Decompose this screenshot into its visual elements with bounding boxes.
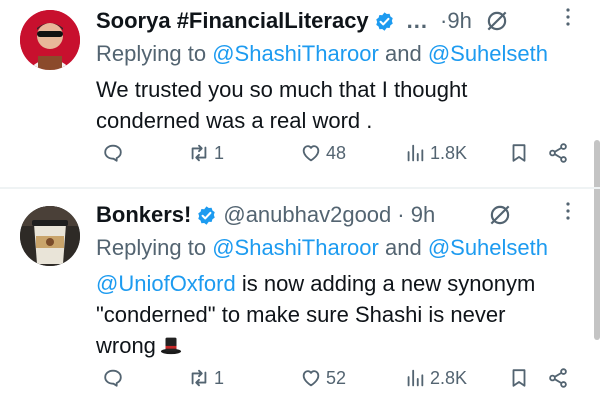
mention-link[interactable]: @ShashiTharoor bbox=[212, 41, 379, 66]
top-hat-emoji bbox=[160, 337, 182, 355]
bookmark-button[interactable] bbox=[508, 142, 530, 164]
display-name[interactable]: Soorya #FinancialLiteracy bbox=[96, 8, 369, 34]
retweet-button[interactable]: 1 bbox=[188, 142, 224, 164]
retweet-icon bbox=[191, 144, 207, 162]
timestamp[interactable]: ·9h bbox=[440, 8, 472, 34]
more-vertical-icon[interactable] bbox=[558, 200, 578, 222]
share-button[interactable] bbox=[547, 142, 569, 164]
tweet-reply[interactable]: Soorya #FinancialLiteracy ... ·9h Replyi… bbox=[0, 0, 592, 186]
reply-icon bbox=[104, 369, 122, 387]
mention-link[interactable]: @ShashiTharoor bbox=[212, 235, 379, 260]
share-button[interactable] bbox=[547, 367, 569, 389]
mention-link[interactable]: @UniofOxford bbox=[96, 271, 236, 296]
verified-badge-icon bbox=[198, 205, 216, 225]
tweet-reply[interactable]: Bonkers! @anubhav2good · 9h Replying to … bbox=[0, 192, 592, 409]
timestamp[interactable]: · 9h bbox=[397, 202, 435, 228]
user-handle[interactable]: @anubhav2good bbox=[223, 202, 391, 228]
mention-link[interactable]: @Suhelseth bbox=[428, 41, 548, 66]
views-button[interactable]: 2.8K bbox=[404, 367, 467, 389]
bookmark-icon bbox=[512, 144, 526, 162]
avatar[interactable] bbox=[20, 10, 80, 70]
share-icon bbox=[549, 143, 567, 163]
reply-button[interactable] bbox=[102, 367, 128, 389]
more-vertical-icon[interactable] bbox=[558, 6, 578, 28]
views-icon bbox=[407, 144, 424, 162]
retweet-icon bbox=[191, 369, 207, 387]
action-bar: 1 52 2.8K bbox=[0, 367, 567, 397]
heart-icon bbox=[302, 145, 320, 162]
grok-icon[interactable] bbox=[487, 202, 513, 228]
mention-link[interactable]: @Suhelseth bbox=[428, 235, 548, 260]
replying-to: Replying to @ShashiTharoor and @Suhelset… bbox=[96, 235, 548, 260]
tweet-text: @UniofOxford is now adding a new synonym… bbox=[96, 271, 536, 358]
heart-icon bbox=[302, 370, 320, 387]
scrollbar[interactable] bbox=[594, 140, 600, 340]
bookmark-icon bbox=[512, 369, 526, 387]
action-bar: 1 48 1.8K bbox=[0, 142, 567, 172]
like-button[interactable]: 52 bbox=[300, 367, 346, 389]
tweet-text: We trusted you so much that I thought co… bbox=[96, 77, 468, 133]
views-icon bbox=[407, 369, 424, 387]
share-icon bbox=[549, 368, 567, 388]
replying-to: Replying to @ShashiTharoor and @Suhelset… bbox=[96, 41, 548, 66]
display-name[interactable]: Bonkers! bbox=[96, 202, 191, 228]
like-button[interactable]: 48 bbox=[300, 142, 346, 164]
bookmark-button[interactable] bbox=[508, 367, 530, 389]
verified-badge-icon bbox=[375, 11, 393, 31]
retweet-button[interactable]: 1 bbox=[188, 367, 224, 389]
truncation-ellipsis: ... bbox=[406, 8, 429, 33]
views-button[interactable]: 1.8K bbox=[404, 142, 467, 164]
grok-icon[interactable] bbox=[484, 8, 510, 34]
tweet-divider bbox=[0, 187, 600, 189]
avatar[interactable] bbox=[20, 206, 80, 266]
reply-icon bbox=[104, 144, 122, 162]
reply-button[interactable] bbox=[102, 142, 128, 164]
